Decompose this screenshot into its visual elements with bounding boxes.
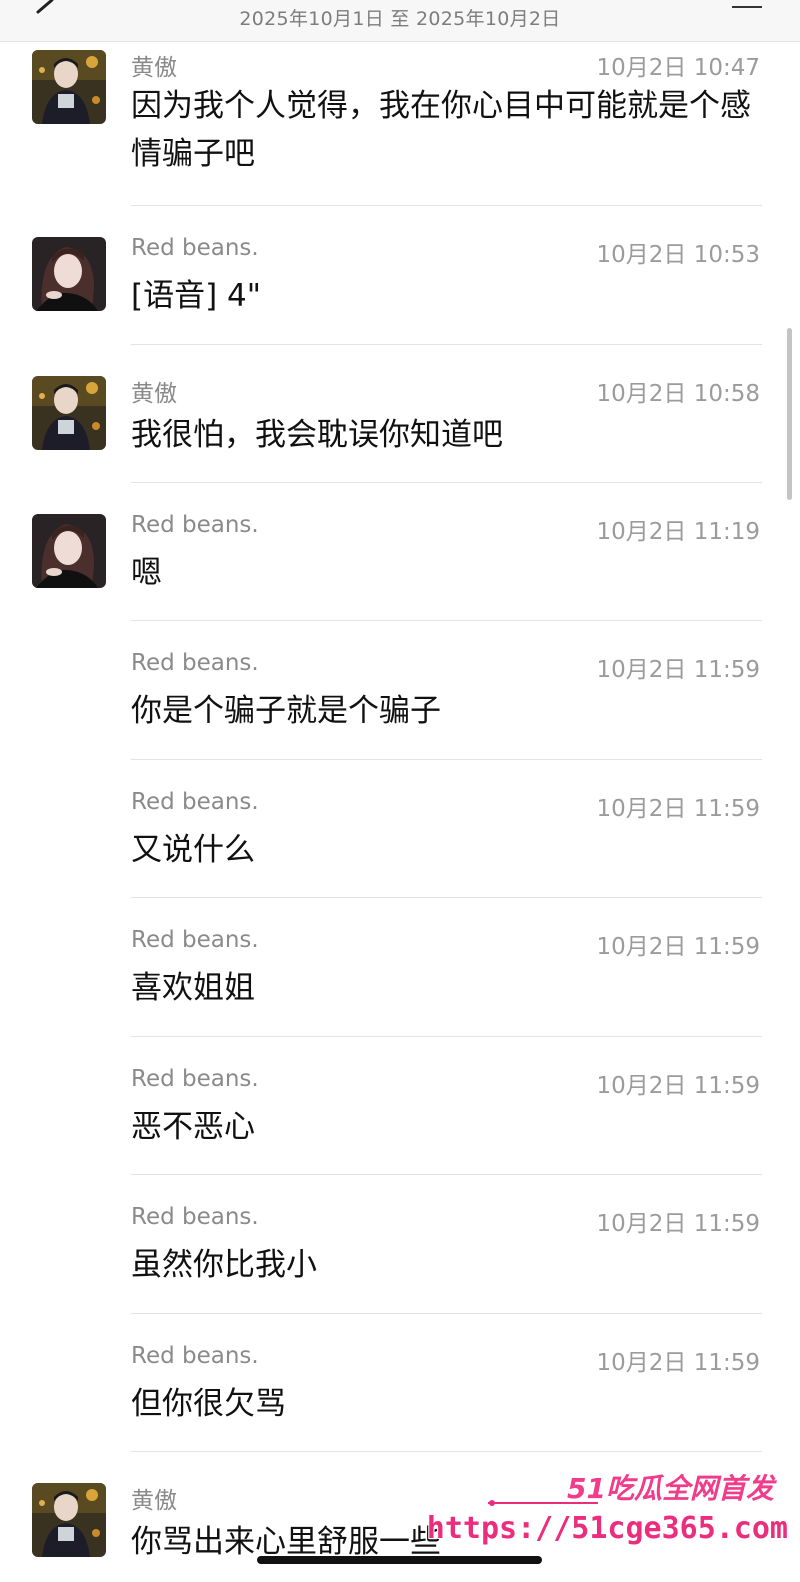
sender-name: Red beans. <box>131 1066 259 1092</box>
message-divider <box>131 1036 762 1037</box>
message-time: 10月2日 10:58 <box>596 381 761 407</box>
sender-name: Red beans. <box>131 1204 259 1230</box>
sender-name: Red beans. <box>131 235 259 261</box>
female-avatar[interactable] <box>32 514 106 588</box>
male-avatar[interactable] <box>32 50 106 124</box>
message-text: 恶不恶心 <box>131 1109 255 1145</box>
male-avatar-image <box>32 376 106 450</box>
message-time: 10月2日 10:47 <box>596 55 761 81</box>
message-text: 但你很欠骂 <box>131 1386 286 1422</box>
message-divider <box>131 344 762 345</box>
female-avatar-image <box>32 514 106 588</box>
chat-history-header: 2025年10月1日 至 2025年10月2日 <box>0 0 800 42</box>
male-avatar-image <box>32 1483 106 1557</box>
message-time: 10月2日 11:59 <box>596 1350 761 1376</box>
message-text: 又说什么 <box>131 832 255 868</box>
message-divider <box>131 620 762 621</box>
message-text: [语音] 4" <box>131 278 262 314</box>
sender-name: 黄傲 <box>131 55 177 81</box>
male-avatar-image <box>32 50 106 124</box>
male-avatar[interactable] <box>32 376 106 450</box>
sender-name: 黄傲 <box>131 381 177 407</box>
message-time: 10月2日 11:59 <box>596 657 761 683</box>
sender-name: Red beans. <box>131 650 259 676</box>
message-time: 10月2日 10:53 <box>596 242 761 268</box>
sender-name: 黄傲 <box>131 1488 177 1514</box>
message-divider <box>131 1451 762 1452</box>
watermark: 51吃瓜全网首发 https://51cge365.com <box>427 1467 788 1562</box>
watermark-url: https://51cge365.com <box>426 1511 788 1546</box>
sender-name: Red beans. <box>131 927 259 953</box>
scrollbar[interactable] <box>787 328 792 500</box>
message-divider <box>131 1174 762 1175</box>
sender-name: Red beans. <box>131 1343 259 1369</box>
message-divider <box>131 482 762 483</box>
more-icon[interactable] <box>732 0 762 8</box>
message-divider <box>131 897 762 898</box>
message-text: 你是个骗子就是个骗子 <box>131 693 441 729</box>
male-avatar[interactable] <box>32 1483 106 1557</box>
message-text: 虽然你比我小 <box>131 1247 317 1283</box>
message-text: 我很怕，我会耽误你知道吧 <box>131 417 503 453</box>
message-time: 10月2日 11:59 <box>596 1211 761 1237</box>
message-time: 10月2日 11:19 <box>596 519 761 545</box>
message-divider <box>131 1313 762 1314</box>
message-divider <box>131 205 762 206</box>
sender-name: Red beans. <box>131 789 259 815</box>
message-time: 10月2日 11:59 <box>596 934 761 960</box>
message-text: 喜欢姐姐 <box>131 970 255 1006</box>
sender-name: Red beans. <box>131 512 259 538</box>
female-avatar[interactable] <box>32 237 106 311</box>
watermark-logo: 51吃瓜全网首发 <box>567 1472 774 1505</box>
message-divider <box>131 759 762 760</box>
date-range-label: 2025年10月1日 至 2025年10月2日 <box>239 8 561 30</box>
female-avatar-image <box>32 237 106 311</box>
message-time: 10月2日 11:59 <box>596 796 761 822</box>
message-text: 嗯 <box>131 555 162 591</box>
home-indicator <box>257 1556 542 1564</box>
message-text: 因为我个人觉得，我在你心目中可能就是个感情骗子吧 <box>131 88 751 172</box>
message-time: 10月2日 11:59 <box>596 1073 761 1099</box>
